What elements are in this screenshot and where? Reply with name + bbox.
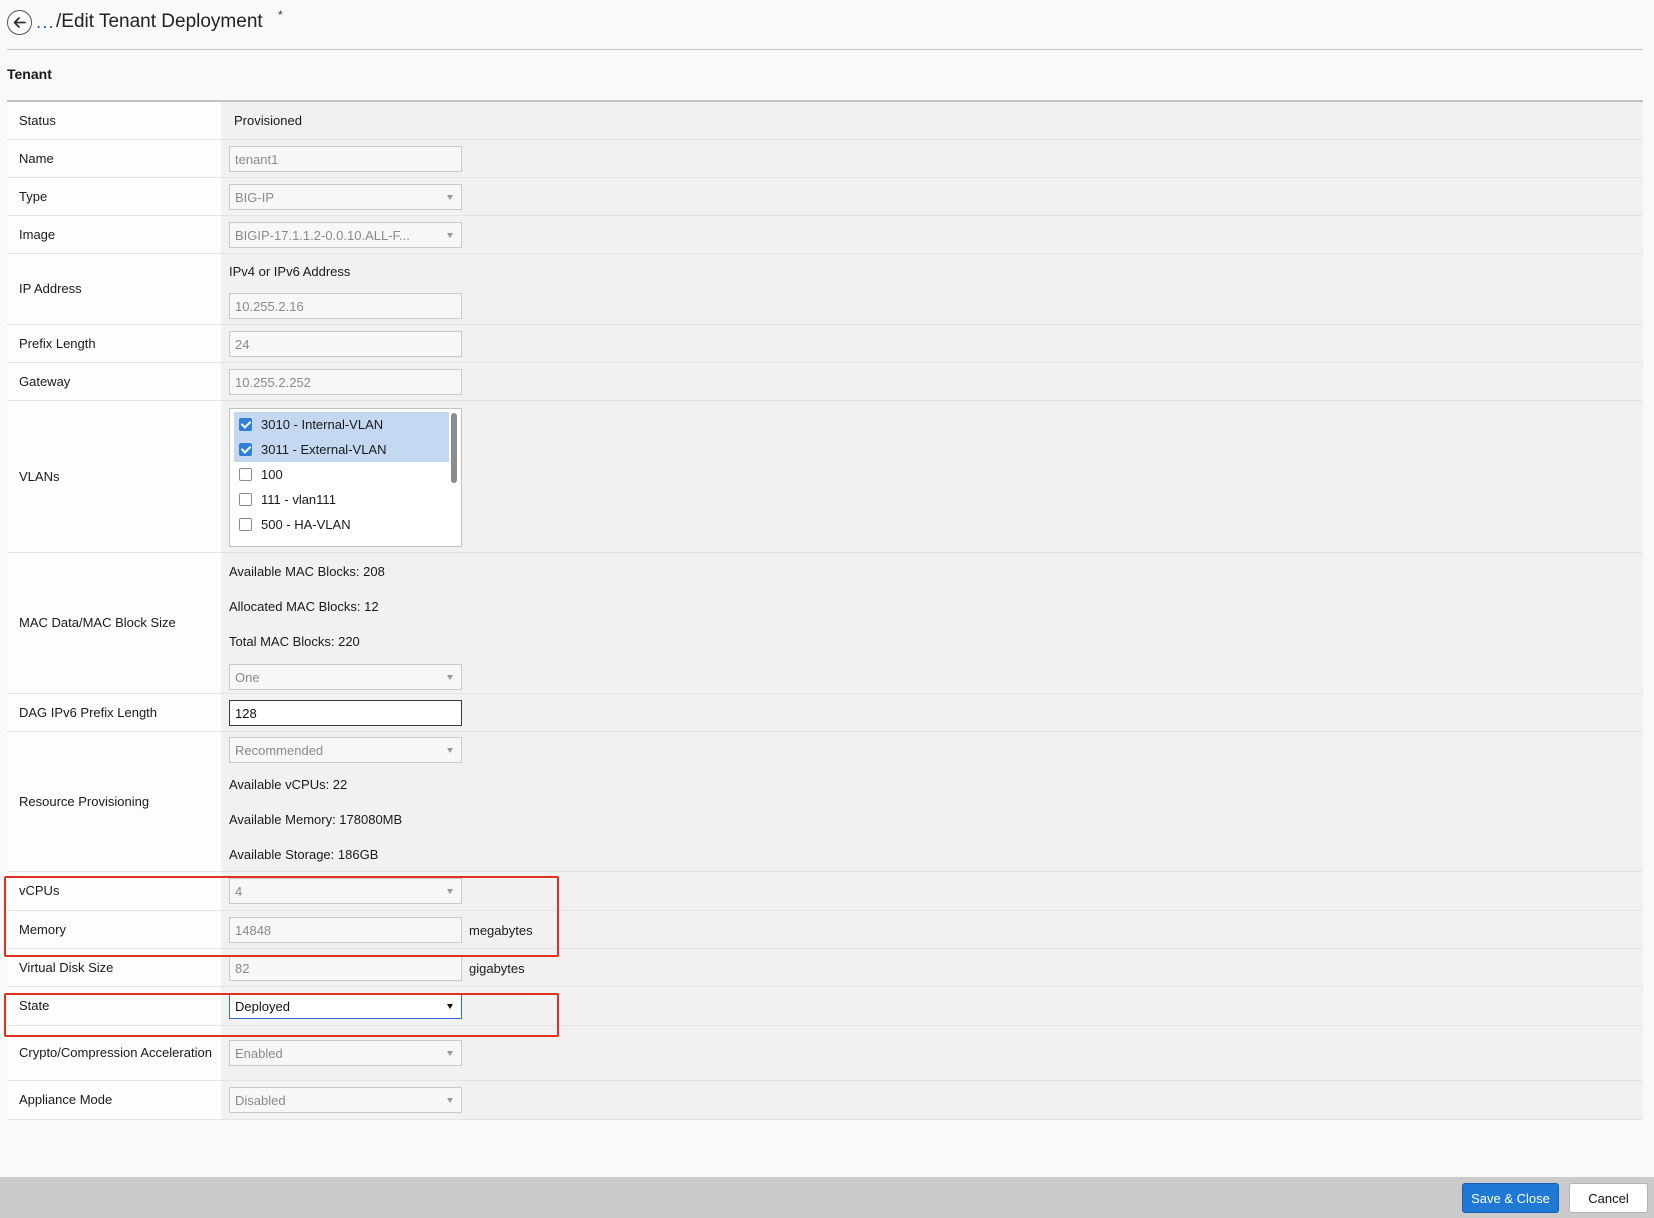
image-select[interactable]: BIGIP-17.1.1.2-0.0.10.ALL-F... [229, 222, 462, 248]
vcpus-label: vCPUs [7, 872, 221, 910]
crypto-label: Crypto/Compression Acceleration [7, 1026, 221, 1080]
row-name: Name tenant1 [7, 140, 1643, 178]
vlan-option[interactable]: 3011 - External-VLAN [234, 437, 449, 462]
tenant-form: Status Provisioned Name tenant1 Type BIG… [7, 102, 1643, 1120]
memory-label: Memory [7, 911, 221, 948]
crypto-select[interactable]: Enabled [229, 1040, 462, 1066]
page-title: /Edit Tenant Deployment [56, 11, 263, 32]
status-label: Status [7, 102, 221, 139]
checkbox-icon[interactable] [239, 493, 252, 506]
row-resource: Resource Provisioning Recommended Availa… [7, 732, 1643, 872]
resource-mode-select[interactable]: Recommended [229, 737, 462, 763]
row-mac: MAC Data/MAC Block Size Available MAC Bl… [7, 553, 1643, 694]
vlan-option[interactable]: 500 - HA-VLAN [234, 512, 449, 537]
checkbox-checked-icon[interactable] [239, 443, 252, 456]
cancel-button[interactable]: Cancel [1569, 1183, 1648, 1213]
name-input[interactable]: tenant1 [229, 146, 462, 172]
vlan-option-label: 3011 - External-VLAN [261, 442, 387, 457]
unsaved-marker: * [278, 8, 283, 22]
appliance-mode-select[interactable]: Disabled [229, 1087, 462, 1113]
mac-available: Available MAC Blocks: 208 [229, 564, 385, 579]
row-prefix-length: Prefix Length 24 [7, 325, 1643, 363]
row-ip-address: IP Address IPv4 or IPv6 Address 10.255.2… [7, 254, 1643, 325]
gateway-input[interactable]: 10.255.2.252 [229, 369, 462, 395]
row-vcpus: vCPUs 4 [7, 872, 1643, 911]
disk-size-input[interactable]: 82 [229, 955, 462, 981]
page-header: ... /Edit Tenant Deployment * [7, 0, 1643, 50]
mac-block-size-select[interactable]: One [229, 664, 462, 690]
arrow-left-icon [13, 17, 26, 28]
state-label: State [7, 987, 221, 1025]
mac-total: Total MAC Blocks: 220 [229, 634, 360, 649]
disk-unit: gigabytes [469, 961, 525, 976]
ip-address-label: IP Address [7, 254, 221, 324]
checkbox-checked-icon[interactable] [239, 418, 252, 431]
status-value: Provisioned [234, 113, 302, 128]
breadcrumb-ellipsis-link[interactable]: ... [36, 12, 55, 34]
image-label: Image [7, 216, 221, 253]
vlan-option-label: 100 [261, 467, 283, 482]
row-crypto: Crypto/Compression Acceleration Enabled [7, 1026, 1643, 1081]
vlans-label: VLANs [7, 401, 221, 552]
vlan-option-label: 500 - HA-VLAN [261, 517, 351, 532]
row-vlans: VLANs 3010 - Internal-VLAN 3011 - Extern… [7, 401, 1643, 553]
checkbox-icon[interactable] [239, 518, 252, 531]
type-select[interactable]: BIG-IP [229, 184, 462, 210]
footer-bar: Save & Close Cancel [0, 1177, 1654, 1218]
vlan-option[interactable]: 111 - vlan111 [234, 487, 449, 512]
section-title: Tenant [7, 66, 52, 82]
gateway-label: Gateway [7, 363, 221, 400]
row-type: Type BIG-IP [7, 178, 1643, 216]
save-close-button[interactable]: Save & Close [1462, 1183, 1559, 1213]
available-memory: Available Memory: 178080MB [229, 812, 403, 827]
memory-unit: megabytes [469, 923, 533, 938]
vlan-option-label: 111 - vlan111 [261, 492, 336, 507]
prefix-length-label: Prefix Length [7, 325, 221, 362]
ip-address-input[interactable]: 10.255.2.16 [229, 293, 462, 319]
available-vcpus: Available vCPUs: 22 [229, 777, 348, 792]
memory-input[interactable]: 14848 [229, 917, 462, 943]
vlans-listbox[interactable]: 3010 - Internal-VLAN 3011 - External-VLA… [229, 408, 462, 547]
vlan-option[interactable]: 3010 - Internal-VLAN [234, 412, 449, 437]
mac-allocated: Allocated MAC Blocks: 12 [229, 599, 379, 614]
disk-label: Virtual Disk Size [7, 949, 221, 986]
type-label: Type [7, 178, 221, 215]
checkbox-icon[interactable] [239, 468, 252, 481]
dag-prefix-input[interactable]: 128 [229, 700, 462, 726]
resource-label: Resource Provisioning [7, 732, 221, 871]
ip-address-hint: IPv4 or IPv6 Address [229, 264, 351, 279]
row-state: State Deployed [7, 987, 1643, 1026]
row-gateway: Gateway 10.255.2.252 [7, 363, 1643, 401]
available-storage: Available Storage: 186GB [229, 847, 379, 862]
back-button[interactable] [7, 10, 32, 35]
row-disk: Virtual Disk Size 82 gigabytes [7, 949, 1643, 987]
row-appliance: Appliance Mode Disabled [7, 1081, 1643, 1120]
row-dag: DAG IPv6 Prefix Length 128 [7, 694, 1643, 732]
row-status: Status Provisioned [7, 102, 1643, 140]
row-memory: Memory 14848 megabytes [7, 911, 1643, 949]
prefix-length-input[interactable]: 24 [229, 331, 462, 357]
vlan-option[interactable]: 100 [234, 462, 449, 487]
vlans-scrollbar[interactable] [451, 413, 457, 483]
vcpus-select[interactable]: 4 [229, 878, 462, 904]
dag-label: DAG IPv6 Prefix Length [7, 694, 221, 731]
vlan-option-label: 3010 - Internal-VLAN [261, 417, 384, 432]
row-image: Image BIGIP-17.1.1.2-0.0.10.ALL-F... [7, 216, 1643, 254]
appliance-label: Appliance Mode [7, 1081, 221, 1119]
mac-label: MAC Data/MAC Block Size [7, 553, 221, 693]
name-label: Name [7, 140, 221, 177]
state-select[interactable]: Deployed [229, 993, 462, 1019]
